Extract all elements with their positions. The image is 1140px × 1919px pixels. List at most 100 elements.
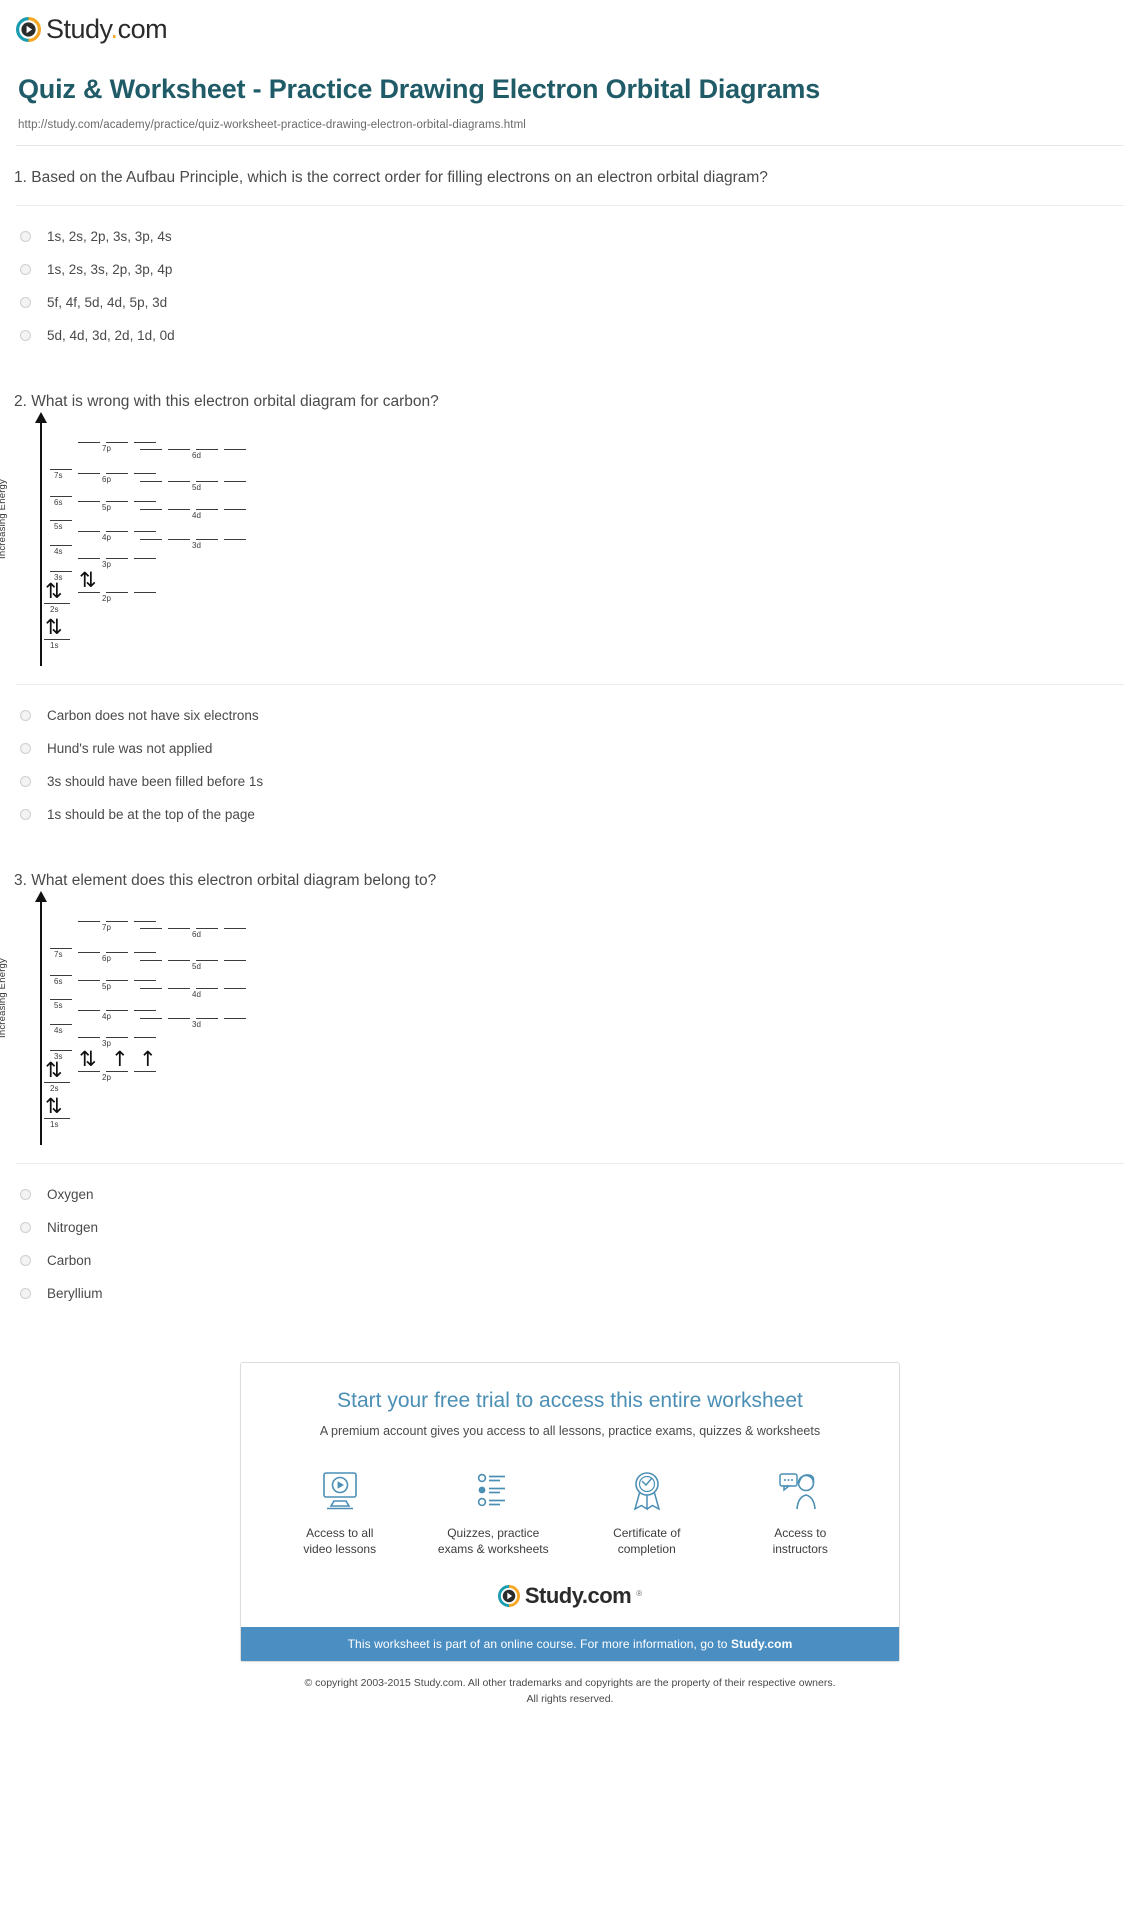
orbital-label: 4s — [54, 1025, 63, 1035]
orbital-label: 5s — [54, 521, 63, 531]
answer-option[interactable]: 1s, 2s, 3s, 2p, 3p, 4p — [0, 253, 1140, 286]
copyright-footer: © copyright 2003-2015 Study.com. All oth… — [0, 1676, 1140, 1708]
energy-axis-label: Increasing Energy — [0, 478, 8, 559]
radio-icon[interactable] — [20, 808, 31, 820]
feature-line-2: video lessons — [303, 1541, 377, 1556]
question-2-text: 2. What is wrong with this electron orbi… — [14, 392, 439, 410]
orbital-label: 4p — [102, 1011, 111, 1021]
promo-logo-study: Study — [524, 1582, 582, 1608]
answer-option[interactable]: Nitrogen — [0, 1211, 1140, 1244]
orbital-label: 4d — [192, 510, 201, 520]
energy-axis-label: Increasing Energy — [0, 957, 8, 1038]
site-header: Study.com — [0, 0, 1140, 55]
orbital-label: 7s — [54, 949, 63, 959]
answer-option[interactable]: 1s should be at the top of the page — [0, 798, 1140, 831]
orbital-label: 6p — [102, 474, 111, 484]
copyright-line-2: All rights reserved. — [526, 1692, 614, 1705]
promo-banner-text: This worksheet is part of an online cour… — [347, 1636, 731, 1651]
promo-title: Start your free trial to access this ent… — [337, 1388, 803, 1412]
orbital-label: 3p — [102, 1038, 111, 1048]
question-2-answers: Carbon does not have six electrons Hund'… — [0, 685, 1140, 849]
play-circle-icon — [497, 1584, 520, 1607]
answer-option[interactable]: 5f, 4f, 5d, 4d, 5p, 3d — [0, 286, 1140, 319]
feature-line-2: exams & worksheets — [437, 1541, 549, 1556]
feature-line-2: instructors — [772, 1541, 828, 1556]
answer-option[interactable]: Oxygen — [0, 1178, 1140, 1211]
radio-icon[interactable] — [20, 775, 31, 787]
promo-banner[interactable]: This worksheet is part of an online cour… — [241, 1626, 899, 1661]
orbital-label: 5p — [102, 502, 111, 512]
feature-quizzes: Quizzes, practice exams & worksheets — [418, 1468, 568, 1557]
answer-option[interactable]: Carbon does not have six electrons — [0, 699, 1140, 732]
answer-option[interactable]: 1s, 2s, 2p, 3s, 3p, 4s — [0, 220, 1140, 253]
answer-option[interactable]: 5d, 4d, 3d, 2d, 1d, 0d — [0, 319, 1140, 352]
radio-icon[interactable] — [20, 1221, 31, 1233]
feature-line-2: completion — [617, 1541, 676, 1556]
worksheet-page: Study.com Quiz & Worksheet - Practice Dr… — [0, 0, 1140, 1707]
promo-study-com-logo[interactable]: Study.com ® — [263, 1583, 877, 1609]
orbital-label: 1s — [50, 640, 59, 650]
radio-icon[interactable] — [20, 230, 31, 242]
unknown-element-orbital-diagram: Increasing Energy 7p 6d 7s 6p 5d 6s 5p 4… — [0, 890, 1140, 1145]
orbital-label: 7s — [54, 470, 63, 480]
promo-logo-com: com — [587, 1582, 632, 1608]
feature-line-1: Certificate of — [613, 1525, 681, 1540]
orbital-label: 2s — [50, 1083, 59, 1093]
feature-text: Access to instructors — [773, 1525, 828, 1557]
title-block: Quiz & Worksheet - Practice Drawing Elec… — [0, 55, 1140, 131]
energy-axis-line — [40, 420, 42, 666]
orbital-label: 2p — [102, 593, 111, 603]
orbital-label: 3p — [102, 559, 111, 569]
orbital-label: 6s — [54, 497, 63, 507]
answer-label: Carbon does not have six electrons — [47, 707, 259, 723]
electron-single-up-icon: ↑ — [139, 1046, 157, 1071]
copyright-line-1: © copyright 2003-2015 Study.com. All oth… — [304, 1676, 836, 1689]
logo-text-study: Study — [46, 14, 111, 44]
question-3-text: 3. What element does this electron orbit… — [14, 871, 437, 889]
feature-text: Access to all video lessons — [303, 1525, 376, 1557]
logo-wordmark: Study.com — [46, 14, 168, 45]
question-3-answers: Oxygen Nitrogen Carbon Beryllium — [0, 1164, 1140, 1328]
trademark-symbol: ® — [636, 1588, 643, 1598]
play-circle-icon — [16, 17, 41, 42]
radio-icon[interactable] — [20, 329, 31, 341]
answer-label: Oxygen — [47, 1186, 94, 1202]
radio-icon[interactable] — [20, 1188, 31, 1200]
instructor-chat-icon — [777, 1468, 823, 1514]
promo-banner-link[interactable]: Study.com — [731, 1637, 792, 1651]
orbital-label: 5p — [102, 981, 111, 991]
video-monitor-icon — [318, 1468, 362, 1514]
question-1-text: 1. Based on the Aufbau Principle, which … — [14, 168, 768, 186]
answer-option[interactable]: 3s should have been filled before 1s — [0, 765, 1140, 798]
feature-text: Quizzes, practice exams & worksheets — [438, 1525, 549, 1557]
feature-certificate: Certificate of completion — [572, 1468, 722, 1557]
page-url: http://study.com/academy/practice/quiz-w… — [18, 118, 526, 131]
feature-video-lessons: Access to all video lessons — [265, 1468, 415, 1557]
orbital-label: 3d — [192, 540, 201, 550]
radio-icon[interactable] — [20, 709, 31, 721]
electron-pair-updown-icon: ⇅ — [79, 567, 97, 592]
radio-icon[interactable] — [20, 1254, 31, 1266]
free-trial-promo-card: Start your free trial to access this ent… — [240, 1361, 900, 1662]
logo-text-com: com — [117, 14, 168, 44]
orbital-label: 7p — [102, 922, 111, 932]
orbital-label: 2p — [102, 1072, 111, 1082]
answer-label: Beryllium — [47, 1285, 103, 1301]
electron-pair-updown-icon: ⇅ — [45, 614, 63, 639]
answer-option[interactable]: Beryllium — [0, 1277, 1140, 1310]
radio-icon[interactable] — [20, 1287, 31, 1299]
answer-label: 1s should be at the top of the page — [47, 806, 255, 822]
answer-option[interactable]: Carbon — [0, 1244, 1140, 1277]
radio-icon[interactable] — [20, 296, 31, 308]
answer-label: 5d, 4d, 3d, 2d, 1d, 0d — [47, 327, 175, 343]
promo-subtitle: A premium account gives you access to al… — [319, 1423, 821, 1438]
orbital-label: 5d — [192, 961, 201, 971]
answer-label: 5f, 4f, 5d, 4d, 5p, 3d — [47, 294, 168, 310]
study-com-logo[interactable]: Study.com — [16, 14, 168, 45]
orbital-label: 5s — [54, 1000, 63, 1010]
checklist-icon — [471, 1468, 515, 1514]
radio-icon[interactable] — [20, 263, 31, 275]
logo-text-dot: . — [110, 14, 119, 44]
answer-option[interactable]: Hund's rule was not applied — [0, 732, 1140, 765]
radio-icon[interactable] — [20, 742, 31, 754]
